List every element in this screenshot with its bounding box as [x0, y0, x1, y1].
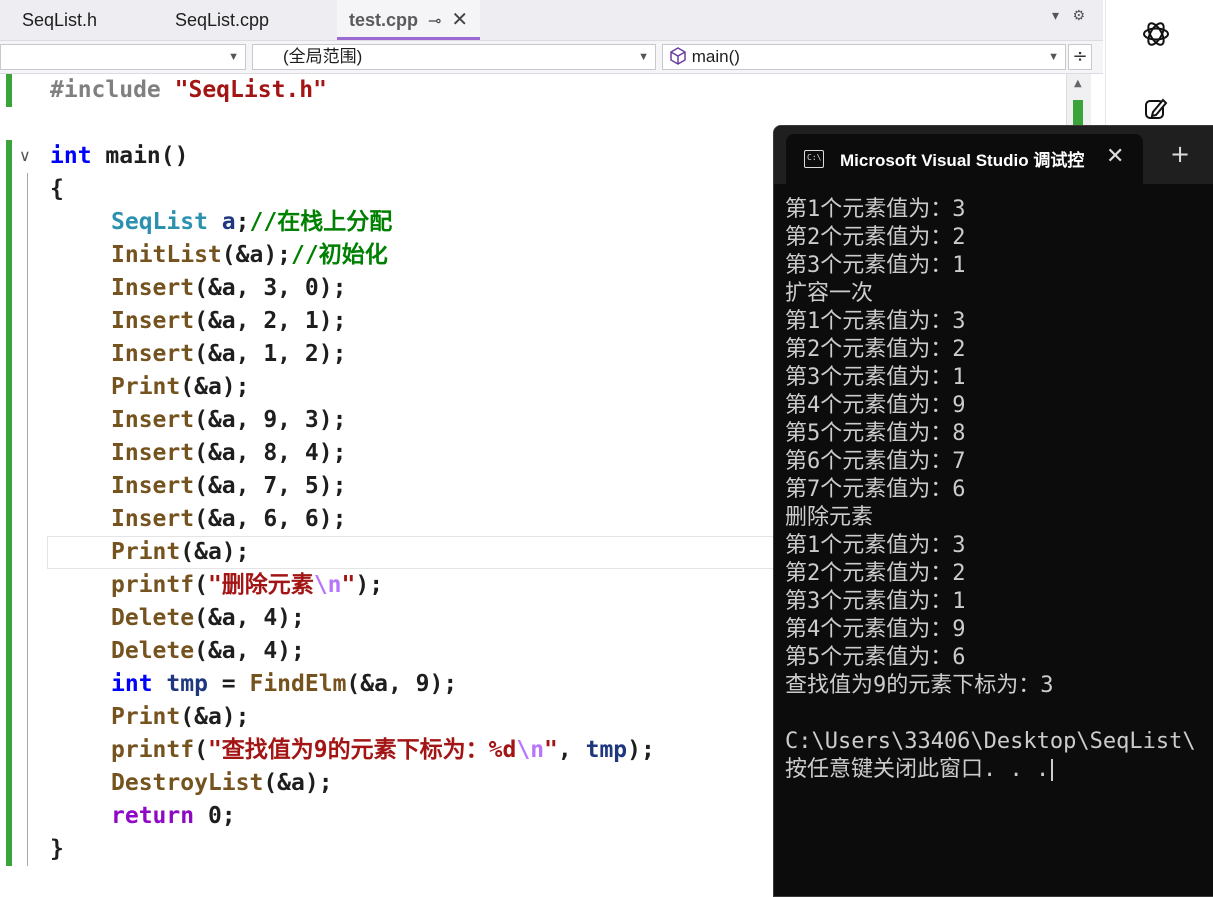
console-line: 第5个元素值为：6: [785, 645, 966, 670]
code-line: Print(&a);: [111, 704, 250, 730]
code-line: Insert(&a, 9, 3);: [111, 407, 347, 433]
console-title-bar: C:\ Microsoft Visual Studio 调试控 ✕ +: [774, 126, 1213, 184]
project-combo[interactable]: ▼: [0, 44, 246, 70]
code-line: int tmp = FindElm(&a, 9);: [111, 671, 458, 697]
console-line: 第2个元素值为：2: [785, 337, 966, 362]
console-title: Microsoft Visual Studio 调试控: [840, 151, 1085, 170]
outline-guide: [27, 173, 28, 866]
scope-combo-value: (全局范围): [283, 47, 363, 66]
tab-list-dropdown-icon[interactable]: ▾: [1052, 8, 1059, 24]
code-line: printf("查找值为9的元素下标为：%d\n", tmp);: [111, 737, 655, 763]
code-line: printf("删除元素\n");: [111, 572, 384, 598]
member-combo[interactable]: main() ▼: [662, 44, 1066, 70]
console-line: 第2个元素值为：2: [785, 561, 966, 586]
code-line: DestroyList(&a);: [111, 770, 333, 796]
console-line: 第1个元素值为：3: [785, 533, 966, 558]
console-line: 第6个元素值为：7: [785, 449, 966, 474]
chevron-down-icon: ▼: [228, 51, 239, 63]
chevron-down-icon: ▼: [1048, 51, 1059, 63]
code-line: Insert(&a, 7, 5);: [111, 473, 347, 499]
settings-icon[interactable]: ⚙: [1072, 8, 1085, 24]
tab-seqlist-cpp[interactable]: SeqList.cpp: [175, 0, 269, 40]
change-bar: [6, 140, 12, 866]
cube-icon: [670, 47, 686, 65]
console-line: C:\Users\33406\Desktop\SeqList\: [785, 729, 1196, 754]
document-tab-strip: SeqList.h SeqList.cpp test.cpp ⊸ ✕ ▾ ⚙: [0, 0, 1103, 41]
code-line: }: [50, 836, 64, 862]
code-line: Insert(&a, 1, 2);: [111, 341, 347, 367]
code-line: SeqList a;//在栈上分配: [111, 209, 393, 235]
navigation-bar: ▼ (全局范围) ▼ main() ▼ ÷: [0, 41, 1103, 74]
console-line: 按任意键关闭此窗口. . .: [785, 756, 1213, 784]
tab-test-cpp-label: test.cpp: [349, 10, 419, 30]
edit-icon[interactable]: [1143, 96, 1169, 122]
console-tab[interactable]: C:\ Microsoft Visual Studio 调试控 ✕: [786, 134, 1143, 184]
console-line: 第2个元素值为：2: [785, 225, 966, 250]
code-line: Insert(&a, 6, 6);: [111, 506, 347, 532]
new-tab-plus-icon[interactable]: +: [1170, 140, 1190, 168]
code-line: Insert(&a, 3, 0);: [111, 275, 347, 301]
close-icon[interactable]: ✕: [451, 0, 468, 40]
scroll-up-icon[interactable]: ▲: [1074, 78, 1082, 89]
close-icon[interactable]: ✕: [1106, 144, 1124, 169]
chevron-down-icon: ▼: [638, 51, 649, 63]
console-line: 第4个元素值为：9: [785, 393, 966, 418]
terminal-icon: C:\: [804, 150, 824, 168]
console-prompt-text: 按任意键关闭此窗口. . .: [785, 757, 1050, 782]
console-line: 第3个元素值为：1: [785, 589, 966, 614]
tab-seqlist-h[interactable]: SeqList.h: [22, 0, 97, 40]
console-line: 查找值为9的元素下标为：3: [785, 673, 1054, 698]
code-line: int main(): [50, 143, 189, 169]
collapse-chevron-icon[interactable]: ∨: [19, 146, 31, 165]
code-line: Print(&a);: [111, 374, 250, 400]
scope-combo[interactable]: (全局范围) ▼: [252, 44, 656, 70]
pin-icon[interactable]: ⊸: [428, 2, 441, 42]
member-combo-value: main(): [691, 47, 740, 66]
code-line: Delete(&a, 4);: [111, 638, 305, 664]
code-line: Insert(&a, 8, 4);: [111, 440, 347, 466]
console-line: 第5个元素值为：8: [785, 421, 966, 446]
code-line: return 0;: [111, 803, 236, 829]
code-line: Delete(&a, 4);: [111, 605, 305, 631]
split-editor-icon[interactable]: ÷: [1068, 44, 1092, 70]
console-output: 第1个元素值为：3 第2个元素值为：2 第3个元素值为：1 扩容一次 第1个元素…: [785, 196, 1213, 784]
tab-test-cpp[interactable]: test.cpp ⊸ ✕: [337, 0, 481, 42]
console-line: 扩容一次: [785, 281, 874, 306]
text-cursor: [1051, 759, 1054, 781]
tab-tools: ▾ ⚙: [1052, 8, 1085, 24]
console-line: 第3个元素值为：1: [785, 365, 966, 390]
code-line: Print(&a);: [111, 539, 250, 565]
console-line: 第1个元素值为：3: [785, 197, 966, 222]
chatgpt-icon[interactable]: [1140, 18, 1172, 50]
console-line: 删除元素: [785, 505, 874, 530]
code-line: Insert(&a, 2, 1);: [111, 308, 347, 334]
debug-console-window[interactable]: C:\ Microsoft Visual Studio 调试控 ✕ + 第1个元…: [773, 125, 1213, 897]
change-bar: [6, 74, 12, 107]
code-line: InitList(&a);//初始化: [111, 242, 388, 268]
console-line: 第1个元素值为：3: [785, 309, 966, 334]
console-line: 第3个元素值为：1: [785, 253, 966, 278]
console-line: 第4个元素值为：9: [785, 617, 966, 642]
code-line: {: [50, 176, 64, 202]
code-line: #include "SeqList.h": [50, 77, 327, 103]
console-line: 第7个元素值为：6: [785, 477, 966, 502]
